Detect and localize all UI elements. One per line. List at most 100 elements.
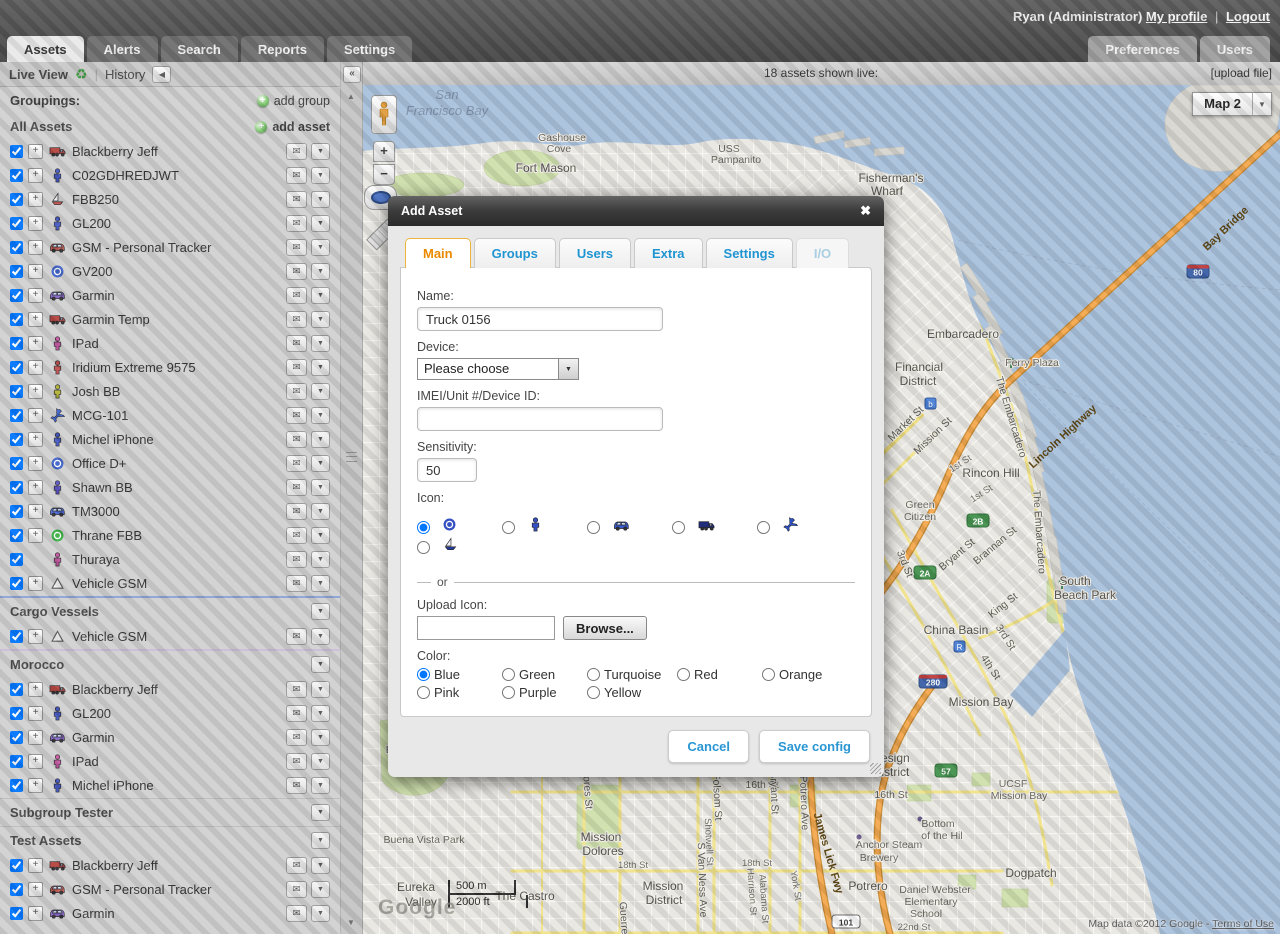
asset-menu-button[interactable]: ▼: [311, 335, 330, 352]
asset-name[interactable]: Vehicle GSM: [72, 629, 147, 644]
expand-toggle[interactable]: +: [28, 629, 43, 644]
expand-toggle[interactable]: +: [28, 168, 43, 183]
asset-name-input[interactable]: [417, 307, 663, 331]
group-menu-button[interactable]: ▼: [311, 832, 330, 849]
asset-checkbox[interactable]: [10, 529, 23, 542]
asset-menu-button[interactable]: ▼: [311, 527, 330, 544]
expand-toggle[interactable]: +: [28, 682, 43, 697]
add-group-button[interactable]: add group: [257, 94, 330, 108]
asset-name[interactable]: GSM - Personal Tracker: [72, 240, 211, 255]
message-icon[interactable]: ✉: [286, 407, 307, 424]
tab-settings[interactable]: Settings: [327, 36, 412, 62]
asset-menu-button[interactable]: ▼: [311, 359, 330, 376]
message-icon[interactable]: ✉: [286, 729, 307, 746]
asset-name[interactable]: Thrane FBB: [72, 528, 142, 543]
asset-menu-button[interactable]: ▼: [311, 753, 330, 770]
expand-toggle[interactable]: +: [28, 882, 43, 897]
group-menu-button[interactable]: ▼: [311, 804, 330, 821]
dialog-tab-groups[interactable]: Groups: [474, 238, 556, 268]
street-view-pegman[interactable]: [371, 95, 397, 134]
color-radio[interactable]: [587, 686, 600, 699]
sidebar-collapse-button[interactable]: «: [343, 66, 361, 83]
icon-radio[interactable]: [672, 521, 685, 534]
expand-toggle[interactable]: +: [28, 288, 43, 303]
dialog-tab-users[interactable]: Users: [559, 238, 631, 268]
asset-checkbox[interactable]: [10, 193, 23, 206]
asset-menu-button[interactable]: ▼: [311, 628, 330, 645]
color-option-blue[interactable]: Blue: [417, 667, 502, 682]
dialog-tab-main[interactable]: Main: [405, 238, 471, 268]
asset-checkbox[interactable]: [10, 630, 23, 643]
asset-checkbox[interactable]: [10, 265, 23, 278]
expand-toggle[interactable]: +: [28, 906, 43, 921]
asset-menu-button[interactable]: ▼: [311, 143, 330, 160]
button-preferences[interactable]: Preferences: [1088, 36, 1196, 62]
expand-toggle[interactable]: +: [28, 384, 43, 399]
color-radio[interactable]: [417, 686, 430, 699]
asset-checkbox[interactable]: [10, 859, 23, 872]
close-icon[interactable]: ✖: [860, 203, 871, 219]
expand-toggle[interactable]: +: [28, 706, 43, 721]
color-option-green[interactable]: Green: [502, 667, 587, 682]
upload-icon-input[interactable]: [417, 616, 555, 640]
asset-name[interactable]: Shawn BB: [72, 480, 133, 495]
asset-menu-button[interactable]: ▼: [311, 881, 330, 898]
expand-toggle[interactable]: +: [28, 858, 43, 873]
expand-toggle[interactable]: +: [28, 336, 43, 351]
message-icon[interactable]: ✉: [286, 777, 307, 794]
asset-checkbox[interactable]: [10, 241, 23, 254]
color-radio[interactable]: [587, 668, 600, 681]
message-icon[interactable]: ✉: [286, 335, 307, 352]
message-icon[interactable]: ✉: [286, 503, 307, 520]
message-icon[interactable]: ✉: [286, 287, 307, 304]
asset-menu-button[interactable]: ▼: [311, 407, 330, 424]
expand-toggle[interactable]: +: [28, 144, 43, 159]
expand-toggle[interactable]: +: [28, 360, 43, 375]
browse-button[interactable]: Browse...: [563, 616, 647, 640]
asset-name[interactable]: Garmin: [72, 288, 115, 303]
logout-link[interactable]: Logout: [1226, 9, 1270, 24]
message-icon[interactable]: ✉: [286, 311, 307, 328]
message-icon[interactable]: ✉: [286, 431, 307, 448]
expand-toggle[interactable]: +: [28, 216, 43, 231]
tab-reports[interactable]: Reports: [241, 36, 324, 62]
asset-checkbox[interactable]: [10, 217, 23, 230]
asset-name[interactable]: Iridium Extreme 9575: [72, 360, 196, 375]
asset-checkbox[interactable]: [10, 409, 23, 422]
expand-toggle[interactable]: +: [28, 754, 43, 769]
asset-name[interactable]: Blackberry Jeff: [72, 144, 158, 159]
dialog-tab-extra[interactable]: Extra: [634, 238, 703, 268]
asset-checkbox[interactable]: [10, 553, 23, 566]
asset-menu-button[interactable]: ▼: [311, 681, 330, 698]
asset-name[interactable]: C02GDHREDJWT: [72, 168, 179, 183]
expand-toggle[interactable]: +: [28, 264, 43, 279]
asset-name[interactable]: Garmin: [72, 730, 115, 745]
icon-radio[interactable]: [587, 521, 600, 534]
expand-toggle[interactable]: +: [28, 432, 43, 447]
dialog-resize-handle[interactable]: [870, 763, 881, 774]
asset-name[interactable]: Josh BB: [72, 384, 120, 399]
message-icon[interactable]: ✉: [286, 705, 307, 722]
expand-toggle[interactable]: +: [28, 240, 43, 255]
message-icon[interactable]: ✉: [286, 479, 307, 496]
asset-name[interactable]: TM3000: [72, 504, 120, 519]
sidebar-scrollbar[interactable]: « ▲ ▼: [340, 62, 363, 934]
asset-menu-button[interactable]: ▼: [311, 239, 330, 256]
message-icon[interactable]: ✉: [286, 167, 307, 184]
asset-checkbox[interactable]: [10, 145, 23, 158]
icon-option-target[interactable]: [417, 517, 502, 537]
color-radio[interactable]: [762, 668, 775, 681]
icon-radio[interactable]: [417, 541, 430, 554]
color-option-orange[interactable]: Orange: [762, 667, 855, 682]
color-option-yellow[interactable]: Yellow: [587, 685, 677, 700]
tab-search[interactable]: Search: [161, 36, 238, 62]
color-option-turquoise[interactable]: Turquoise: [587, 667, 677, 682]
message-icon[interactable]: ✉: [286, 143, 307, 160]
refresh-icon[interactable]: ♻: [75, 67, 88, 81]
asset-checkbox[interactable]: [10, 779, 23, 792]
asset-checkbox[interactable]: [10, 481, 23, 494]
asset-checkbox[interactable]: [10, 169, 23, 182]
expand-toggle[interactable]: +: [28, 456, 43, 471]
message-icon[interactable]: ✉: [286, 215, 307, 232]
asset-checkbox[interactable]: [10, 361, 23, 374]
